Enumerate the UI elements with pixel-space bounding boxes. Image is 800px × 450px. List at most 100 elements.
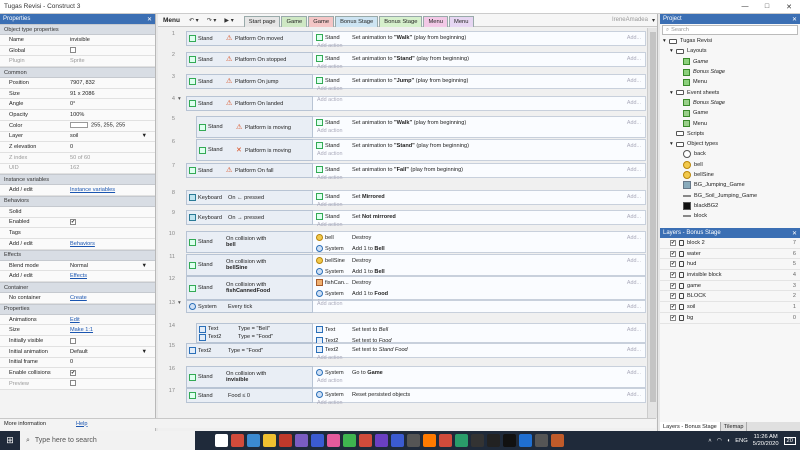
condition-text[interactable]: On → pressed xyxy=(223,215,264,221)
event-actions[interactable]: System Go to Game Add action Add... xyxy=(313,366,646,388)
layer-visible-checkbox[interactable]: ✔ xyxy=(670,282,676,289)
checkbox[interactable] xyxy=(70,337,76,344)
condition-text[interactable]: ⚠ Platform On jump xyxy=(223,78,279,85)
condition[interactable]: Text Type = "Bell" xyxy=(197,325,312,333)
taskbar-app-icon[interactable] xyxy=(487,434,500,447)
condition-object[interactable]: Text2 xyxy=(197,333,233,341)
layer-visible-checkbox[interactable]: ✔ xyxy=(670,314,676,321)
property-value[interactable]: Create xyxy=(66,295,155,301)
action-object[interactable]: Stand xyxy=(313,213,349,220)
add-menu-link[interactable]: Add... xyxy=(627,304,641,310)
tab-menu-icon[interactable]: ▾ xyxy=(652,17,657,24)
chevron-down-icon[interactable]: ▼ xyxy=(141,133,147,139)
event-conditions[interactable]: Stand Food ≤ 0 xyxy=(186,388,313,403)
add-action-link[interactable]: Add action xyxy=(313,355,645,364)
tree-item[interactable]: back xyxy=(660,149,800,159)
event-row[interactable]: 10 Stand On collision with bell bell Destroy S… xyxy=(158,231,646,260)
action[interactable]: System Go to Game xyxy=(313,367,645,378)
action-text[interactable]: Add 1 to Bell xyxy=(349,246,385,252)
action-text[interactable]: Set animation to "Stand" (play from begi… xyxy=(349,143,469,149)
condition[interactable]: Stand ✕ Platform is moving xyxy=(197,141,312,159)
property-row[interactable]: Angle 0° xyxy=(0,99,155,111)
action-text[interactable]: Destroy xyxy=(349,235,371,241)
condition[interactable]: Text2 Type = "Food" xyxy=(197,333,312,341)
condition-text[interactable]: Every tick xyxy=(223,304,252,310)
taskbar-app-icon[interactable] xyxy=(359,434,372,447)
event-conditions[interactable]: Keyboard On ← pressed xyxy=(186,190,313,205)
event-conditions[interactable]: Stand ✕ Platform is moving xyxy=(196,139,313,161)
property-row[interactable]: Size 91 x 2086 xyxy=(0,88,155,100)
action[interactable]: Stand Set Not mirrored xyxy=(313,211,645,222)
condition-object[interactable]: Stand xyxy=(197,146,233,154)
event-row[interactable]: 7 Stand ⚠ Platform On fall Stand Set animatio… xyxy=(158,163,646,181)
redo-button[interactable]: ↷ ▾ xyxy=(203,17,221,24)
project-search-input[interactable]: ⌕ Search xyxy=(662,25,798,35)
event-actions[interactable]: Stand Set animation to "Walk" (play from … xyxy=(313,116,646,138)
condition-text[interactable]: ✕ Platform is moving xyxy=(233,147,291,154)
add-action-link[interactable]: Add action xyxy=(313,43,645,52)
condition-object[interactable]: Keyboard xyxy=(187,214,223,221)
action-object[interactable]: System xyxy=(313,391,349,398)
help-link[interactable]: Help xyxy=(76,421,88,427)
condition-object[interactable]: Stand xyxy=(187,56,223,63)
action-text[interactable]: Set text to Bell xyxy=(349,327,388,333)
add-menu-link[interactable]: Add... xyxy=(627,214,641,220)
tree-item[interactable]: Bonus Stage xyxy=(660,67,800,77)
action-object[interactable]: Stand xyxy=(313,55,349,62)
checkbox[interactable] xyxy=(70,380,76,387)
tree-item[interactable]: ▾ Event sheets xyxy=(660,87,800,97)
event-row[interactable]: 2 Stand ⚠ Platform On stopped Stand Set anima… xyxy=(158,52,646,70)
checkbox[interactable]: ✔ xyxy=(70,219,76,226)
taskbar-app-icon[interactable] xyxy=(455,434,468,447)
property-value[interactable]: Behaviors xyxy=(66,241,155,247)
action[interactable]: Stand Set animation to "Walk" (play from … xyxy=(313,32,645,43)
layer-visible-checkbox[interactable]: ✔ xyxy=(670,239,676,246)
event-row[interactable]: 17 Stand Food ≤ 0 System Reset persisted obj… xyxy=(158,388,646,406)
event-conditions[interactable]: Text Type = "Bell" Text2 Type = "Food" xyxy=(196,323,313,343)
event-actions[interactable]: Stand Set animation to "Stand" (play from… xyxy=(313,52,646,70)
close-icon[interactable]: ✕ xyxy=(147,16,152,23)
condition[interactable]: Stand On collision with bellSine xyxy=(187,256,312,274)
play-button[interactable]: ▶ ▾ xyxy=(220,17,237,24)
condition[interactable]: Keyboard On → pressed xyxy=(187,212,312,223)
add-menu-link[interactable]: Add... xyxy=(627,370,641,376)
tab-5[interactable]: Menu xyxy=(423,15,448,27)
add-menu-link[interactable]: Add... xyxy=(627,258,641,264)
condition-text[interactable]: On ← pressed xyxy=(223,195,264,201)
property-row[interactable]: Solid xyxy=(0,206,155,218)
action-object[interactable]: bell xyxy=(313,234,349,241)
action[interactable]: Text Set text to Bell xyxy=(313,324,645,335)
layer-visible-checkbox[interactable]: ✔ xyxy=(670,293,676,300)
action-object[interactable]: System xyxy=(313,369,349,376)
event-row[interactable]: 15 Text2 Type = "Food" Text2 Set text to Sta… xyxy=(158,343,646,361)
tab-0[interactable]: Start page xyxy=(243,15,281,27)
property-row[interactable]: Color 255, 255, 255 xyxy=(0,120,155,132)
property-row[interactable]: UID 162 xyxy=(0,163,155,175)
condition-object[interactable]: Text2 xyxy=(187,347,223,354)
menu-button[interactable]: Menu xyxy=(158,17,185,24)
add-action-link[interactable]: Add action xyxy=(313,400,645,409)
action-object[interactable]: Stand xyxy=(313,34,349,41)
event-actions[interactable]: Add action Add... xyxy=(313,300,646,313)
add-action-link[interactable]: Add action xyxy=(313,378,645,387)
taskbar-app-icon[interactable] xyxy=(215,434,228,447)
event-conditions[interactable]: Stand On collision with bellSine xyxy=(186,254,313,276)
layer-row[interactable]: ✔ soil 1 xyxy=(660,302,800,313)
taskbar-app-icon[interactable] xyxy=(471,434,484,447)
event-row[interactable]: 5 Stand ⚠ Platform is moving Stand Set animat… xyxy=(158,116,646,138)
condition-object[interactable]: Stand xyxy=(187,167,223,174)
property-value[interactable]: Make 1:1 xyxy=(66,327,155,333)
add-menu-link[interactable]: Add... xyxy=(627,392,641,398)
section-header[interactable]: Instance variables xyxy=(0,174,155,186)
layer-visible-checkbox[interactable]: ✔ xyxy=(670,261,676,268)
action-text[interactable]: Set animation to "Jump" (play from begin… xyxy=(349,78,468,84)
condition[interactable]: Stand ⚠ Platform is moving xyxy=(197,118,312,136)
windows-start-icon[interactable]: ⊞ xyxy=(0,431,20,450)
event-row[interactable]: 1 Stand ⚠ Platform On moved Stand Set animati… xyxy=(158,31,646,49)
add-menu-link[interactable]: Add... xyxy=(627,143,641,149)
property-value[interactable]: Instance variables xyxy=(66,187,155,193)
section-header[interactable]: Common xyxy=(0,67,155,79)
action-text[interactable]: Go to Game xyxy=(349,370,383,376)
tab-2[interactable]: Game xyxy=(308,15,335,27)
property-row[interactable]: Animations Edit xyxy=(0,314,155,326)
